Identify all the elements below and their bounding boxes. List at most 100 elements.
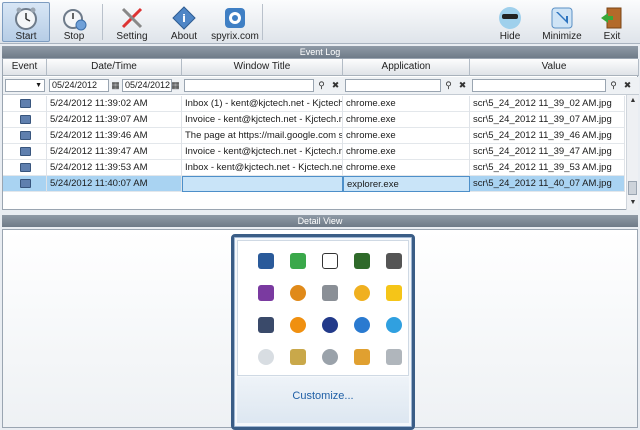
- filter-row: ▼ 05/24/2012 ▦ 05/24/2012 ▦ ⚲ ✖ ⚲ ✖ ⚲ ✖: [3, 77, 639, 95]
- clear-filter-icon[interactable]: ✖: [621, 79, 634, 92]
- calendar-icon[interactable]: ▦: [109, 79, 122, 92]
- monitor-tray-icon[interactable]: [322, 349, 338, 365]
- start-label: Start: [15, 31, 37, 42]
- minimize-arrow-icon: [551, 7, 573, 29]
- cell-app: chrome.exe: [343, 128, 470, 144]
- table-row[interactable]: 5/24/2012 11:39:46 AM The page at https:/…: [3, 128, 625, 144]
- cell-time: 5/24/2012 11:39:47 AM: [47, 144, 182, 160]
- usb-tray-icon[interactable]: [386, 349, 402, 365]
- detail-view-panel: Customize...: [2, 229, 638, 430]
- column-header-datetime[interactable]: Date/Time: [47, 59, 182, 76]
- scroll-up-arrow-icon[interactable]: ▲: [628, 96, 638, 106]
- setting-button[interactable]: Setting: [108, 2, 156, 42]
- column-header-event[interactable]: Event: [3, 59, 47, 76]
- security-tray-icon[interactable]: [258, 317, 274, 333]
- cell-title: Inbox - kent@kjctech.net - Kjctech.net M…: [182, 160, 343, 176]
- minimize-label: Minimize: [542, 31, 582, 42]
- orange-ball-tray-icon[interactable]: [290, 317, 306, 333]
- cell-time: 5/24/2012 11:39:07 AM: [47, 112, 182, 128]
- chevron-down-icon: ▼: [35, 82, 42, 89]
- date-to-input[interactable]: 05/24/2012: [122, 79, 172, 92]
- scroll-thumb[interactable]: [628, 181, 637, 195]
- drive-tray-icon[interactable]: [386, 253, 402, 269]
- table-row[interactable]: 5/24/2012 11:39:53 AM Inbox - kent@kjctec…: [3, 160, 625, 176]
- spyrix-link-button[interactable]: spyrix.com: [210, 2, 260, 42]
- column-header-value[interactable]: Value: [470, 59, 639, 76]
- screenshot-icon: [20, 99, 31, 108]
- shield-tray-icon[interactable]: [290, 349, 306, 365]
- window-title-filter-input[interactable]: [184, 79, 314, 92]
- table-row[interactable]: 5/24/2012 11:39:47 AM Invoice - kent@kjct…: [3, 144, 625, 160]
- clear-filter-icon[interactable]: ✖: [329, 79, 342, 92]
- dropbox-tray-icon[interactable]: [354, 317, 370, 333]
- cell-event: [3, 128, 47, 144]
- screenshot-icon: [20, 147, 31, 156]
- cell-event: [3, 144, 47, 160]
- column-header-window-title[interactable]: Window Title: [182, 59, 343, 76]
- outlook-tray-icon[interactable]: [386, 285, 402, 301]
- value-filter-input[interactable]: [472, 79, 606, 92]
- table-row[interactable]: 5/24/2012 11:40:07 AM explorer.exe scr\5_2…: [3, 176, 625, 192]
- cell-time: 5/24/2012 11:39:46 AM: [47, 128, 182, 144]
- screenshot-icon: [20, 131, 31, 140]
- binoculars-icon[interactable]: ⚲: [315, 79, 328, 92]
- globe-icon: [225, 8, 245, 28]
- screenshot-icon: [20, 115, 31, 124]
- binoculars-icon[interactable]: ⚲: [607, 79, 620, 92]
- event-log-title: Event Log: [2, 46, 638, 58]
- cell-title: [182, 176, 343, 192]
- event-filter-dropdown[interactable]: ▼: [5, 79, 45, 92]
- hide-button[interactable]: Hide: [486, 2, 534, 42]
- calendar-icon[interactable]: ▦: [169, 79, 182, 92]
- date-from-input[interactable]: 05/24/2012: [49, 79, 109, 92]
- setting-label: Setting: [116, 31, 148, 42]
- pt-tray-icon[interactable]: [322, 253, 338, 269]
- stopwatch-icon: [63, 9, 87, 31]
- star-tray-icon[interactable]: [354, 285, 370, 301]
- cell-title: Inbox (1) - kent@kjctech.net - Kjctech.n…: [182, 96, 343, 112]
- stop-label: Stop: [63, 31, 85, 42]
- onenote-tray-icon[interactable]: [258, 285, 274, 301]
- stop-button[interactable]: Stop: [50, 2, 98, 42]
- network-tray-icon[interactable]: [258, 253, 274, 269]
- cell-event: [3, 96, 47, 112]
- globe-tray-icon[interactable]: [386, 317, 402, 333]
- cloud-tray-icon[interactable]: [258, 349, 274, 365]
- screenshot-icon: [20, 179, 31, 188]
- cell-event: [3, 176, 47, 192]
- phone-tray-icon[interactable]: [322, 285, 338, 301]
- clear-filter-icon[interactable]: ✖: [456, 79, 469, 92]
- cell-app: chrome.exe: [343, 144, 470, 160]
- exit-label: Exit: [603, 31, 621, 42]
- about-button[interactable]: i About: [160, 2, 208, 42]
- column-header-application[interactable]: Application: [343, 59, 470, 76]
- cell-time: 5/24/2012 11:39:53 AM: [47, 160, 182, 176]
- tools-icon: [121, 7, 143, 29]
- start-button[interactable]: Start: [2, 2, 50, 42]
- binoculars-icon[interactable]: ⚲: [442, 79, 455, 92]
- minimize-button[interactable]: Minimize: [537, 2, 587, 42]
- application-filter-input[interactable]: [345, 79, 441, 92]
- sun-tray-icon[interactable]: [290, 285, 306, 301]
- vertical-scrollbar[interactable]: ▲ ▼: [626, 95, 638, 210]
- event-log-grid: Event Date/Time Window Title Application…: [2, 58, 639, 210]
- screenshot-preview: Customize...: [231, 234, 415, 430]
- table-row[interactable]: 5/24/2012 11:39:02 AM Inbox (1) - kent@kj…: [3, 96, 625, 112]
- tray-icons-area: [237, 240, 409, 376]
- cell-app: chrome.exe: [343, 112, 470, 128]
- cell-app: chrome.exe: [343, 160, 470, 176]
- link-tray-icon[interactable]: [322, 317, 338, 333]
- cell-title: Invoice - kent@kjctech.net - Kjctech.net…: [182, 112, 343, 128]
- table-row[interactable]: 5/24/2012 11:39:07 AM Invoice - kent@kjct…: [3, 112, 625, 128]
- recycle-tray-icon[interactable]: [290, 253, 306, 269]
- customize-link[interactable]: Customize...: [237, 390, 409, 402]
- cell-title: Invoice - kent@kjctech.net - Kjctech.net…: [182, 144, 343, 160]
- exit-button[interactable]: Exit: [588, 2, 636, 42]
- screenshot-icon: [20, 163, 31, 172]
- clock-icon: [15, 7, 37, 30]
- about-label: About: [170, 31, 198, 42]
- scroll-down-arrow-icon[interactable]: ▼: [628, 198, 638, 208]
- cell-app: chrome.exe: [343, 96, 470, 112]
- image-tray-icon[interactable]: [354, 253, 370, 269]
- folder-tray-icon[interactable]: [354, 349, 370, 365]
